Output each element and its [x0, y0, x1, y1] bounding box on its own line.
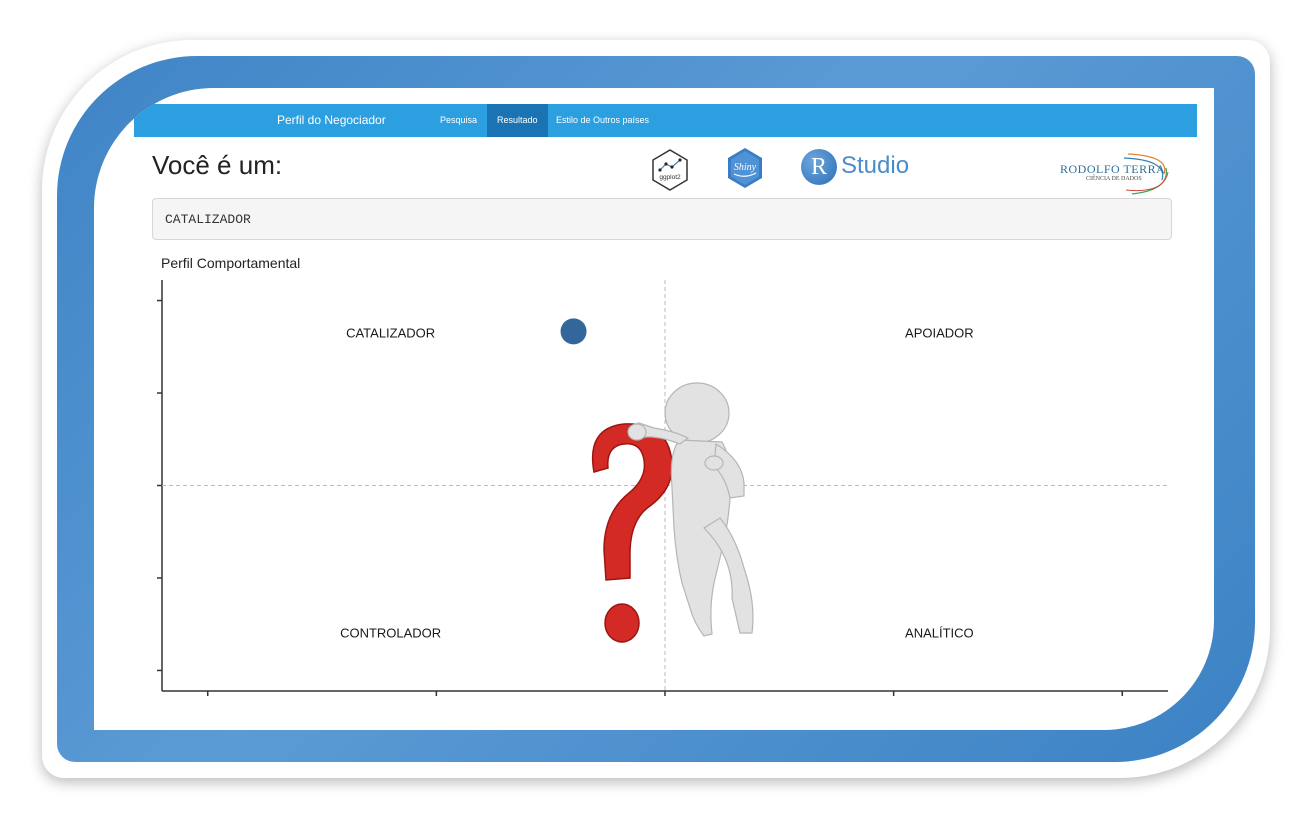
data-point — [560, 318, 587, 345]
figure-person-icon — [627, 382, 754, 637]
quadrant-label-catalizador: CATALIZADOR — [346, 326, 435, 341]
question-mark-dot — [604, 603, 640, 643]
behavior-chart: CATALIZADOR APOIADOR CONTROLADOR ANALÍTI… — [157, 280, 1168, 696]
quadrant-label-analitico: ANALÍTICO — [905, 626, 974, 641]
app-screen: Perfil do Negociador Pesquisa Resultado … — [94, 88, 1214, 730]
chart-points — [560, 318, 587, 345]
quadrant-label-apoiador: APOIADOR — [905, 326, 974, 341]
thinking-figure-illustration — [591, 382, 754, 643]
question-mark-icon — [591, 423, 673, 581]
quadrant-label-controlador: CONTROLADOR — [340, 626, 441, 641]
